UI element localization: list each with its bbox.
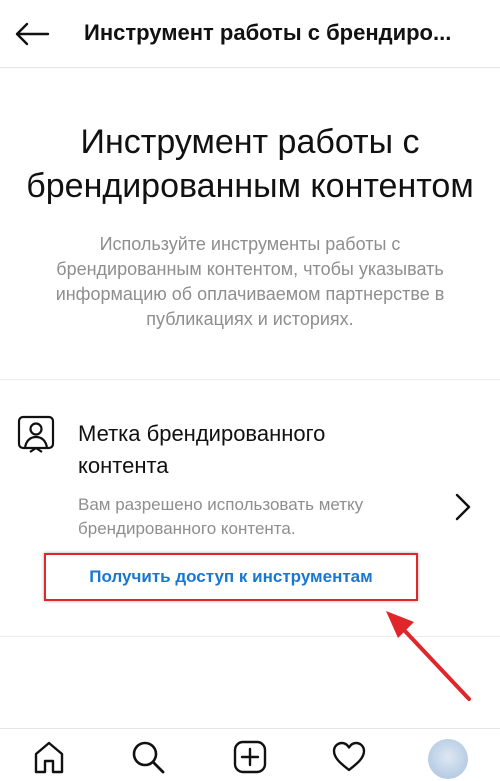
nav-home-button[interactable] [28,737,70,777]
back-arrow-icon [15,22,50,46]
top-bar: Инструмент работы с брендиро... [0,0,500,68]
chevron-right-icon [455,493,471,521]
profile-avatar[interactable] [428,739,468,779]
new-post-icon [233,740,267,774]
nav-new-post-button[interactable] [229,737,271,777]
back-button[interactable] [10,14,54,54]
hero-title: Инструмент работы с брендированным конте… [26,123,474,205]
page-title: Инструмент работы с брендиро... [84,20,452,45]
get-tools-access-link[interactable]: Получить доступ к инструментам [44,553,418,601]
home-icon [34,741,64,774]
branded-tag-subtitle: Вам разрешено использовать метку брендир… [78,495,364,538]
nav-search-button[interactable] [127,737,169,777]
bottom-nav [0,728,500,781]
heart-icon [332,741,366,772]
nav-activity-button[interactable] [328,737,370,777]
hero-description: Используйте инструменты работы с брендир… [55,234,445,329]
divider [0,636,500,637]
branded-tag-title: Метка брендированного контента [78,421,326,478]
search-icon [132,741,165,774]
person-badge-icon [17,415,55,453]
